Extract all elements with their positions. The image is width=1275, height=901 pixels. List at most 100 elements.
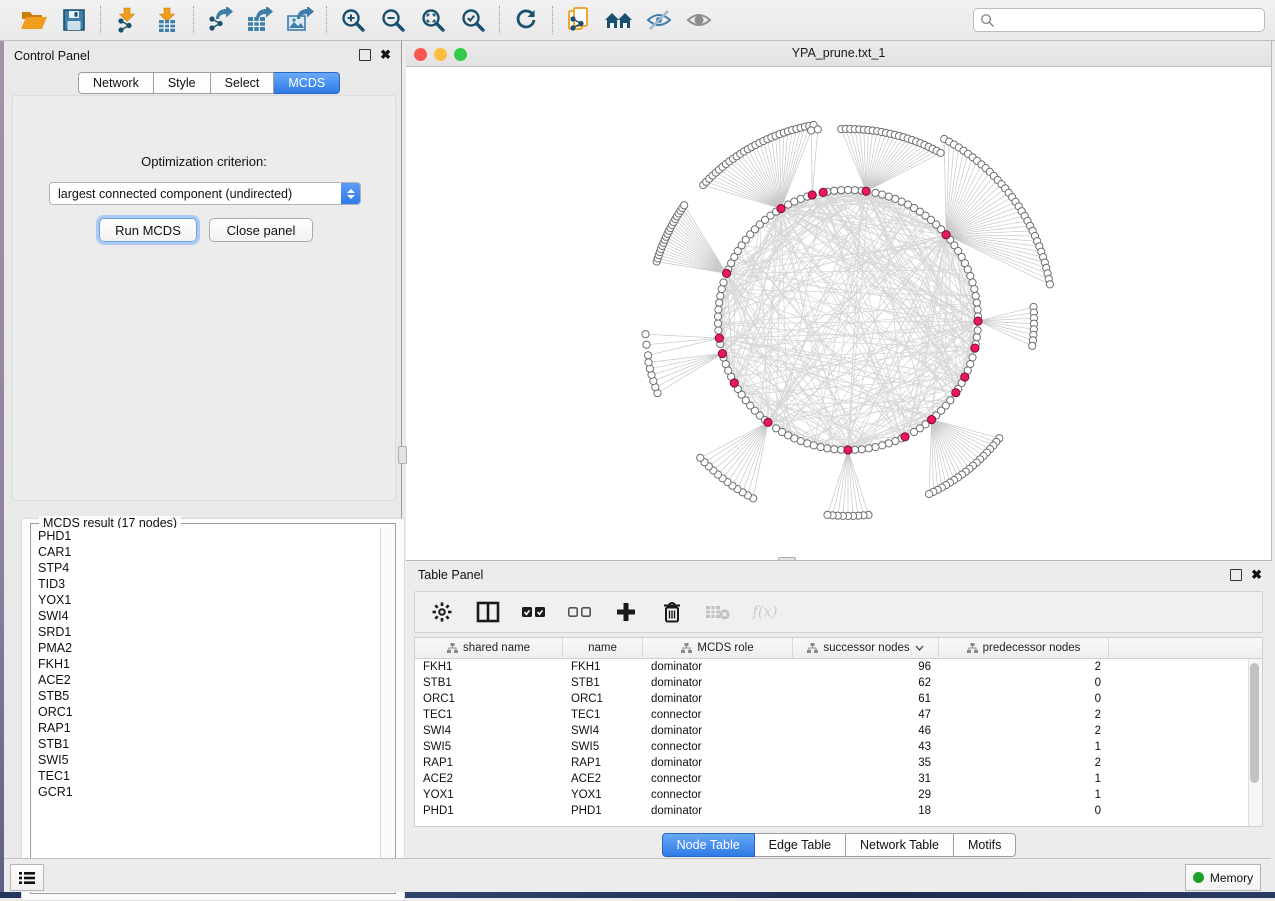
table-row-RAP1[interactable]: RAP1RAP1dominator352 [415,755,1262,771]
cell-predecessor_nodes: 2 [939,661,1109,673]
mcds-result-item[interactable]: TEC1 [32,768,381,784]
cell-successor_nodes: 47 [793,709,939,721]
column-header-shared-name[interactable]: shared name [415,638,563,658]
mcds-result-item[interactable]: GCR1 [32,784,381,800]
tab-select[interactable]: Select [211,72,275,94]
mcds-result-item[interactable]: ACE2 [32,672,381,688]
zoom-in-icon[interactable] [338,5,368,35]
cell-successor_nodes: 46 [793,725,939,737]
search-box[interactable] [973,8,1265,32]
open-file-icon[interactable] [19,5,49,35]
mcds-result-panel: MCDS result (17 nodes) PHD1CAR1STP4TID3Y… [21,518,405,901]
network-canvas[interactable] [406,67,1270,559]
cell-shared_name: ACE2 [415,773,563,785]
mcds-result-item[interactable]: ORC1 [32,704,381,720]
node-table-header: shared namenameMCDS rolesuccessor nodesp… [415,638,1262,659]
export-network-icon[interactable] [205,5,235,35]
close-table-panel-icon[interactable]: ✖ [1251,570,1262,580]
column-header-name[interactable]: name [563,638,643,658]
show-columns-icon[interactable] [475,599,501,625]
control-panel-title: Control Panel [14,49,90,63]
column-header-filler [1109,638,1262,658]
search-icon [980,13,995,28]
cell-mcds_role: connector [643,709,793,721]
table-row-PHD1[interactable]: PHD1PHD1dominator180 [415,803,1262,819]
mcds-result-item[interactable]: PHD1 [32,528,381,544]
table-row-SWI4[interactable]: SWI4SWI4dominator462 [415,723,1262,739]
mcds-result-scrollbar[interactable] [380,528,394,892]
show-all-icon[interactable] [684,5,714,35]
mcds-result-item[interactable]: STB5 [32,688,381,704]
run-mcds-button[interactable]: Run MCDS [99,218,197,242]
close-panel-button[interactable]: Close panel [209,218,313,242]
zoom-selected-icon[interactable] [458,5,488,35]
tab-network[interactable]: Network [78,72,154,94]
optimization-criterion-select[interactable]: largest connected component (undirected) [49,182,361,205]
tab-style[interactable]: Style [154,72,211,94]
apply-layout-icon[interactable] [511,5,541,35]
network-window-titlebar[interactable]: YPA_prune.txt_1 [406,41,1271,67]
tab-node-table[interactable]: Node Table [662,833,755,857]
vertical-splitter-handle[interactable] [398,446,407,464]
mcds-result-item[interactable]: FKH1 [32,656,381,672]
cell-predecessor_nodes: 0 [939,805,1109,817]
mcds-result-item[interactable]: RAP1 [32,720,381,736]
mcds-result-item[interactable]: STB1 [32,736,381,752]
mcds-result-item[interactable]: SWI4 [32,608,381,624]
add-column-icon[interactable] [613,599,639,625]
cell-name: STB1 [563,677,643,689]
table-row-ORC1[interactable]: ORC1ORC1dominator610 [415,691,1262,707]
hide-selected-icon[interactable] [644,5,674,35]
mcds-result-item[interactable]: STP4 [32,560,381,576]
import-network-icon[interactable] [112,5,142,35]
table-row-SWI5[interactable]: SWI5SWI5connector431 [415,739,1262,755]
zoom-out-icon[interactable] [378,5,408,35]
memory-button[interactable]: Memory [1185,864,1261,891]
save-session-icon[interactable] [59,5,89,35]
float-panel-icon[interactable] [359,49,371,61]
mcds-result-item[interactable]: YOX1 [32,592,381,608]
table-row-ACE2[interactable]: ACE2ACE2connector311 [415,771,1262,787]
task-history-button[interactable] [10,864,44,891]
deselect-all-icon[interactable] [567,599,593,625]
tab-edge-table[interactable]: Edge Table [755,833,846,857]
node-table-body: FKH1FKH1dominator962STB1STB1dominator620… [415,659,1262,819]
cell-successor_nodes: 61 [793,693,939,705]
settings-gear-icon[interactable] [429,599,455,625]
table-tabs: Node TableEdge TableNetwork TableMotifs [406,833,1272,857]
table-row-YOX1[interactable]: YOX1YOX1connector291 [415,787,1262,803]
column-header-successor-nodes[interactable]: successor nodes [793,638,939,658]
network-graph[interactable] [406,67,1270,559]
column-header-predecessor-nodes[interactable]: predecessor nodes [939,638,1109,658]
tab-mcds[interactable]: MCDS [274,72,340,94]
select-all-icon[interactable] [521,599,547,625]
export-image-icon[interactable] [285,5,315,35]
close-panel-icon[interactable]: ✖ [380,50,391,60]
table-row-STB1[interactable]: STB1STB1dominator620 [415,675,1262,691]
float-table-panel-icon[interactable] [1230,569,1242,581]
first-neighbors-icon[interactable] [604,5,634,35]
mcds-result-item[interactable]: PMA2 [32,640,381,656]
search-input[interactable] [995,11,1264,29]
cell-predecessor_nodes: 0 [939,677,1109,689]
table-row-TEC1[interactable]: TEC1TEC1connector472 [415,707,1262,723]
export-table-icon[interactable] [245,5,275,35]
tab-motifs[interactable]: Motifs [954,833,1016,857]
cell-shared_name: ORC1 [415,693,563,705]
cell-shared_name: YOX1 [415,789,563,801]
memory-status-icon [1193,872,1204,883]
column-header-MCDS-role[interactable]: MCDS role [643,638,793,658]
delete-column-icon[interactable] [659,599,685,625]
mcds-result-item[interactable]: TID3 [32,576,381,592]
mcds-result-item[interactable]: SRD1 [32,624,381,640]
network-report-icon[interactable] [564,5,594,35]
mcds-result-item[interactable]: CAR1 [32,544,381,560]
import-table-icon[interactable] [152,5,182,35]
zoom-fit-icon[interactable] [418,5,448,35]
table-scrollbar[interactable] [1248,659,1262,826]
table-row-FKH1[interactable]: FKH1FKH1dominator962 [415,659,1262,675]
mcds-result-list[interactable]: PHD1CAR1STP4TID3YOX1SWI4SRD1PMA2FKH1ACE2… [32,528,381,892]
tab-network-table[interactable]: Network Table [846,833,954,857]
mcds-result-item[interactable]: SWI5 [32,752,381,768]
clear-table-icon [705,599,731,625]
